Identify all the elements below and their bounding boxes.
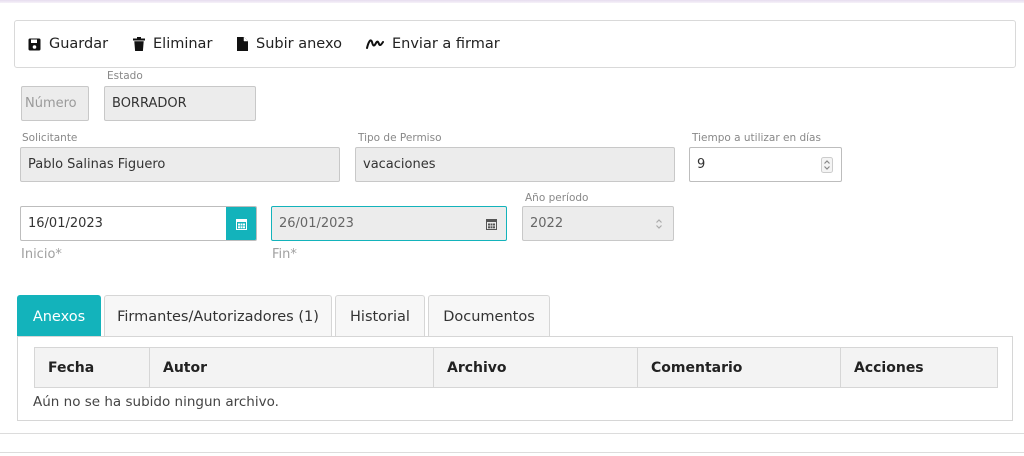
table-header: Fecha Autor Archivo Comentario Acciones (34, 347, 998, 388)
calendar-icon (486, 218, 497, 230)
spinner-arrows-icon[interactable] (653, 216, 665, 232)
footer-divider (0, 452, 1024, 453)
send-to-sign-button[interactable]: Enviar a firmar (366, 33, 500, 55)
solicitante-label: Solicitante (22, 132, 78, 144)
estado-field[interactable]: BORRADOR (104, 86, 256, 121)
sign-label: Enviar a firmar (392, 36, 500, 52)
anio-periodo-label: Año período (525, 192, 589, 204)
trash-icon (133, 37, 145, 51)
calendar-button-inicio[interactable] (226, 207, 256, 240)
estado-label: Estado (107, 70, 143, 82)
save-label: Guardar (49, 36, 109, 52)
tab-anexos[interactable]: Anexos (17, 295, 101, 337)
delete-button[interactable]: Eliminar (133, 33, 212, 55)
tipo-permiso-label: Tipo de Permiso (358, 132, 442, 144)
spinner-arrows-icon[interactable] (821, 157, 833, 173)
tab-label: Documentos (443, 308, 535, 325)
save-icon (28, 38, 41, 50)
fecha-fin-value: 26/01/2023 (279, 216, 354, 231)
fin-label: Fin* (272, 247, 297, 262)
tab-firmantes[interactable]: Firmantes/Autorizadores (1) (104, 295, 332, 337)
solicitante-value: Pablo Salinas Figuero (28, 157, 166, 172)
calendar-icon (236, 218, 247, 230)
solicitante-field[interactable]: Pablo Salinas Figuero (20, 147, 340, 182)
fecha-inicio-input[interactable]: 16/01/2023 (20, 206, 257, 241)
tiempo-value: 9 (697, 157, 706, 172)
tiempo-label: Tiempo a utilizar en días (692, 132, 821, 144)
file-icon (237, 37, 248, 51)
anio-periodo-value: 2022 (530, 216, 564, 231)
column-header-archivo: Archivo (434, 348, 638, 387)
calendar-button-fin[interactable] (476, 207, 506, 240)
tiempo-stepper[interactable]: 9 (689, 147, 842, 182)
fecha-fin-input[interactable]: 26/01/2023 (271, 206, 507, 241)
top-accent-line (0, 0, 1024, 3)
tipo-permiso-value: vacaciones (363, 157, 436, 172)
column-header-fecha: Fecha (35, 348, 150, 387)
tab-label: Anexos (32, 308, 86, 325)
column-header-comentario: Comentario (638, 348, 841, 387)
empty-table-message: Aún no se ha subido ningun archivo. (33, 394, 279, 410)
action-toolbar: Guardar Eliminar Subir anexo Enviar a fi… (14, 20, 1016, 68)
anio-periodo-stepper[interactable]: 2022 (522, 206, 674, 241)
tipo-permiso-field[interactable]: vacaciones (355, 147, 675, 182)
inicio-label: Inicio* (21, 247, 62, 262)
upload-attachment-button[interactable]: Subir anexo (237, 33, 342, 55)
anexos-panel: Fecha Autor Archivo Comentario Acciones … (17, 336, 1013, 421)
tab-label: Firmantes/Autorizadores (1) (117, 308, 319, 325)
column-header-acciones: Acciones (854, 359, 924, 376)
numero-field[interactable]: Número (21, 86, 89, 121)
fecha-inicio-value: 16/01/2023 (28, 216, 103, 231)
tab-historial[interactable]: Historial (335, 295, 425, 337)
footer-divider (0, 433, 1024, 434)
save-button[interactable]: Guardar (28, 33, 108, 55)
estado-value: BORRADOR (112, 96, 187, 111)
signature-icon (366, 39, 384, 49)
column-header-autor: Autor (150, 348, 434, 387)
delete-label: Eliminar (153, 36, 213, 52)
tab-documentos[interactable]: Documentos (428, 295, 550, 337)
numero-placeholder: Número (25, 96, 77, 111)
upload-label: Subir anexo (256, 36, 342, 52)
tab-label: Historial (350, 308, 410, 325)
